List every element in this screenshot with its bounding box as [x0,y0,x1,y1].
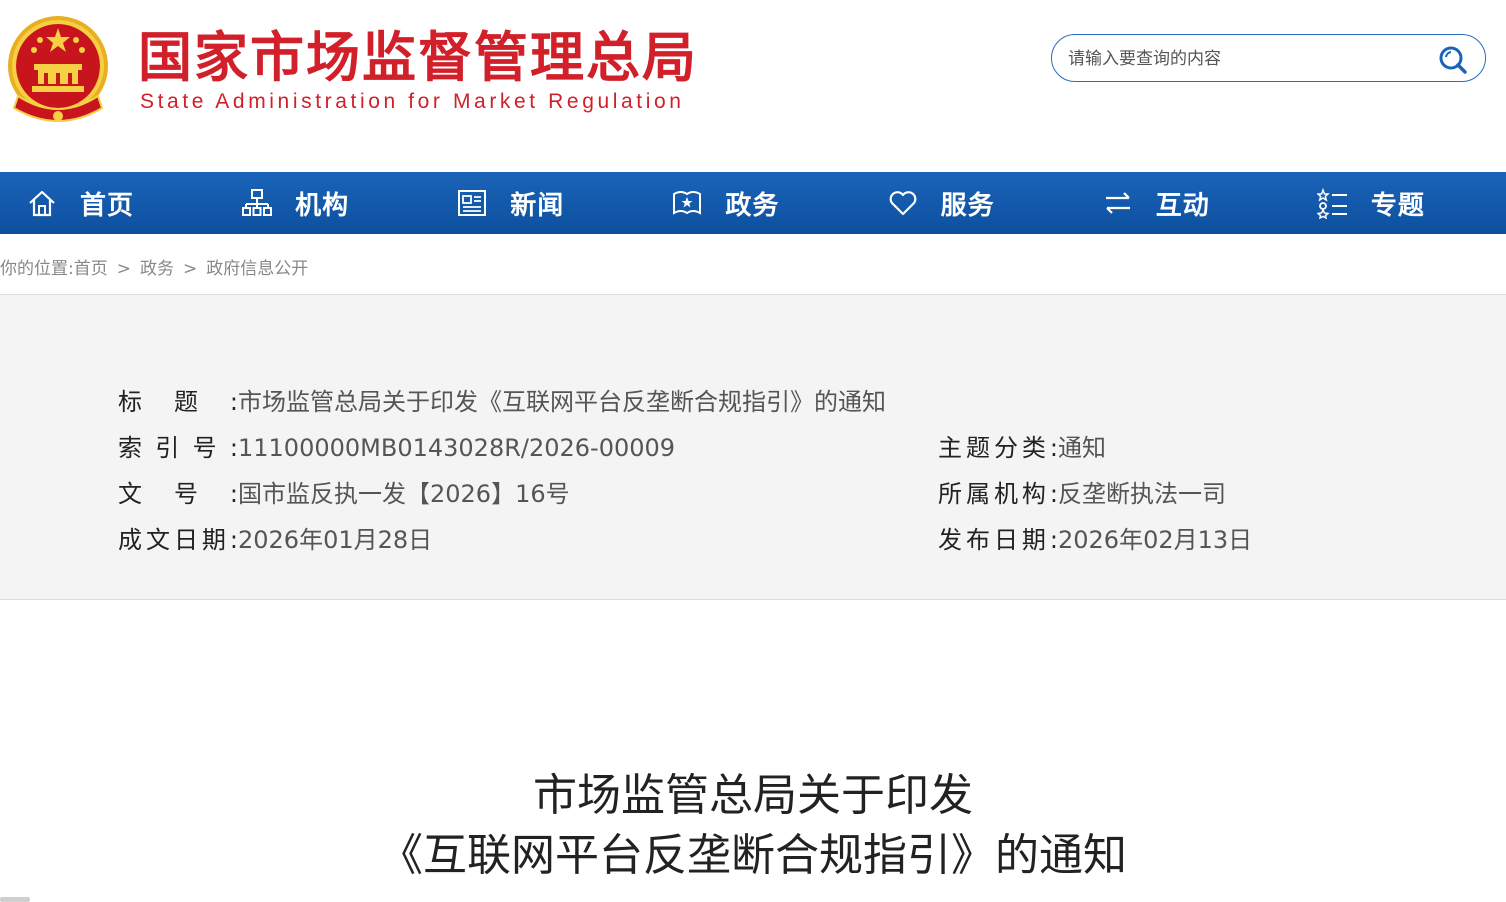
site-name-cn: 国家市场监督管理总局 [138,25,698,89]
topic-list-icon [1316,187,1347,219]
info-row-index: 索引号:11100000MB0143028R/2026-00009 [118,432,675,464]
nav-label-home: 首页 [80,190,135,221]
search-input[interactable] [1066,43,1430,75]
info-value-published-date: 2026年02月13日 [1058,526,1253,554]
breadcrumb-separator: > [182,259,198,279]
info-row-category: 主题分类:通知 [938,432,1106,464]
article-title: 市场监管总局关于印发 《互联网平台反垄断合规指引》的通知 [0,766,1506,886]
scrollbar-thumb[interactable] [0,897,30,902]
search-box [1051,34,1486,82]
info-row-org: 所属机构:反垄断执法一司 [938,478,1226,510]
info-row-docno: 文号:国市监反执一发【2026】16号 [118,478,570,510]
info-value-index: 11100000MB0143028R/2026-00009 [238,434,676,462]
info-value-written-date: 2026年01月28日 [238,526,433,554]
exchange-arrows-icon [1105,192,1130,214]
breadcrumb-item-affairs[interactable]: 政务 [140,259,174,279]
main-nav: 首页 机构 新闻 政务 服务 互动 专题 [0,172,1506,234]
nav-item-interact[interactable]: 互动 [1076,172,1291,234]
info-value-category: 通知 [1058,434,1106,462]
nav-label-interact: 互动 [1155,190,1210,221]
info-row-title: 标题:市场监管总局关于印发《互联网平台反垄断合规指引》的通知 [118,386,886,418]
nav-label-org: 机构 [295,190,350,221]
heart-icon [889,191,916,216]
site-name-en: State Administration for Market Regulati… [140,90,685,113]
info-row-published-date: 发布日期:2026年02月13日 [938,524,1252,556]
org-chart-icon [242,189,273,216]
government-affairs-icon [673,191,702,215]
search-icon[interactable] [1438,45,1468,75]
info-label-written-date: 成文日期: [118,526,238,554]
document-info-panel: 标题:市场监管总局关于印发《互联网平台反垄断合规指引》的通知 索引号:11100… [0,294,1506,600]
info-label-published-date: 发布日期: [938,526,1058,554]
nav-label-topics: 专题 [1370,190,1425,221]
breadcrumb-separator: > [116,259,131,279]
info-label-docno: 文号: [118,480,238,508]
info-row-written-date: 成文日期:2026年01月28日 [118,524,432,556]
breadcrumb: 你的位置:首页 > 政务 > 政府信息公开 [0,254,308,279]
info-value-org: 反垄断执法一司 [1058,480,1226,508]
home-icon [29,190,55,217]
info-label-org: 所属机构: [938,480,1058,508]
info-value-title: 市场监管总局关于印发《互联网平台反垄断合规指引》的通知 [238,388,886,416]
breadcrumb-item-disclosure[interactable]: 政府信息公开 [206,259,308,279]
info-value-docno: 国市监反执一发【2026】16号 [238,480,570,508]
article-title-line-2: 《互联网平台反垄断合规指引》的通知 [379,830,1127,881]
info-label-category: 主题分类: [938,434,1058,462]
article-title-line-1: 市场监管总局关于印发 [533,770,973,821]
national-emblem-icon[interactable] [4,12,112,126]
breadcrumb-item-home[interactable]: 首页 [74,259,108,279]
nav-item-org[interactable]: 机构 [215,172,430,234]
nav-item-topics[interactable]: 专题 [1291,172,1506,234]
news-icon [458,190,487,216]
nav-label-news: 新闻 [510,190,565,221]
info-label-index: 索引号: [118,434,238,462]
nav-item-affairs[interactable]: 政务 [645,172,860,234]
nav-label-affairs: 政务 [725,190,780,221]
site-header: 国家市场监督管理总局 State Administration for Mark… [0,0,1506,172]
nav-item-service[interactable]: 服务 [861,172,1076,234]
breadcrumb-prefix: 你的位置: [0,259,74,279]
nav-label-service: 服务 [940,190,995,221]
info-label-title: 标题: [118,388,238,416]
nav-item-home[interactable]: 首页 [0,172,215,234]
nav-item-news[interactable]: 新闻 [430,172,645,234]
